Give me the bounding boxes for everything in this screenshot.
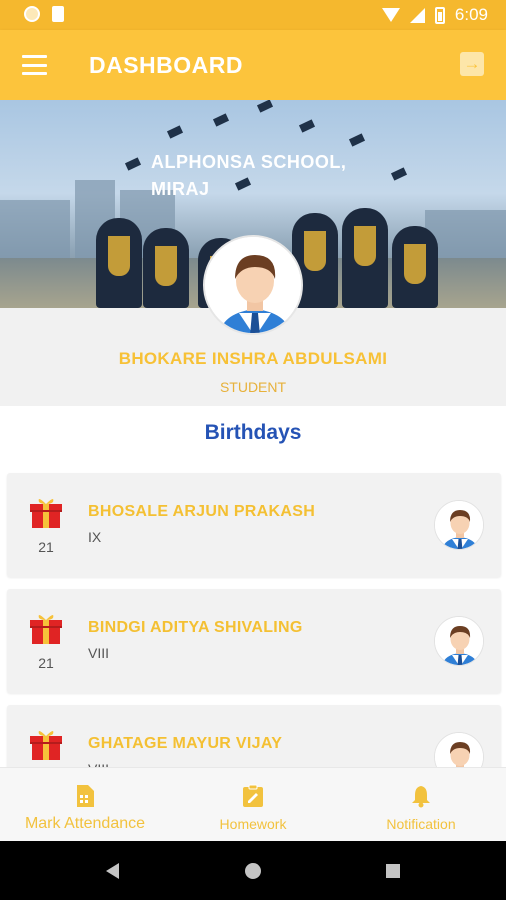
wifi-icon [381, 8, 400, 22]
profile-avatar[interactable] [203, 235, 303, 335]
school-name: ALPHONSA SCHOOL, MIRAJ [151, 152, 347, 199]
page-title: DASHBOARD [89, 52, 243, 78]
signal-icon [409, 7, 425, 23]
app-bar: DASHBOARD → [0, 30, 506, 100]
birthday-date: 21 [38, 655, 54, 671]
avatar-icon [205, 237, 301, 333]
birthday-date: 21 [38, 539, 54, 555]
home-icon[interactable] [245, 863, 261, 879]
student-avatar [434, 500, 484, 550]
nav-notification[interactable]: Notification [336, 768, 506, 842]
avatar-icon [435, 501, 483, 549]
logout-icon[interactable]: → [460, 52, 484, 76]
birthdays-title: Birthdays [204, 421, 302, 444]
nav-label: Homework [219, 816, 287, 832]
nav-homework[interactable]: Homework [170, 768, 336, 842]
homework-icon [243, 784, 263, 807]
notification-dot-icon [24, 6, 40, 22]
avatar-icon [435, 617, 483, 665]
birthday-card[interactable]: 21 BINDGI ADITYA SHIVALING VIII [7, 589, 501, 693]
gift-icon [30, 614, 62, 644]
student-name: BINDGI ADITYA SHIVALING [88, 619, 303, 636]
bottom-navigation: Mark Attendance Homework Notification [0, 767, 506, 841]
student-avatar [434, 616, 484, 666]
nav-label: Mark Attendance [24, 815, 146, 832]
nav-mark-attendance[interactable]: Mark Attendance [0, 768, 170, 842]
bell-icon [412, 786, 430, 808]
profile-name: BHOKARE INSHRA ABDULSAMI [118, 349, 388, 368]
student-name: GHATAGE MAYUR VIJAY [88, 735, 283, 752]
student-class: VIII [88, 645, 110, 661]
gift-icon [30, 498, 62, 528]
system-navigation-bar [0, 841, 506, 900]
student-class: IX [88, 529, 102, 545]
status-bar: 6:09 [0, 0, 506, 30]
recents-icon[interactable] [386, 864, 400, 878]
status-time: 6:09 [454, 5, 488, 24]
attendance-icon [77, 785, 94, 807]
birthday-card[interactable]: 21 BHOSALE ARJUN PRAKASH IX [7, 473, 501, 577]
back-icon[interactable] [106, 863, 119, 879]
profile-role: STUDENT [219, 379, 287, 395]
menu-icon[interactable] [22, 55, 47, 75]
sd-card-icon [52, 6, 64, 22]
student-name: BHOSALE ARJUN PRAKASH [88, 503, 316, 520]
nav-label: Notification [386, 816, 456, 832]
battery-icon [434, 6, 445, 24]
gift-icon [30, 730, 62, 760]
